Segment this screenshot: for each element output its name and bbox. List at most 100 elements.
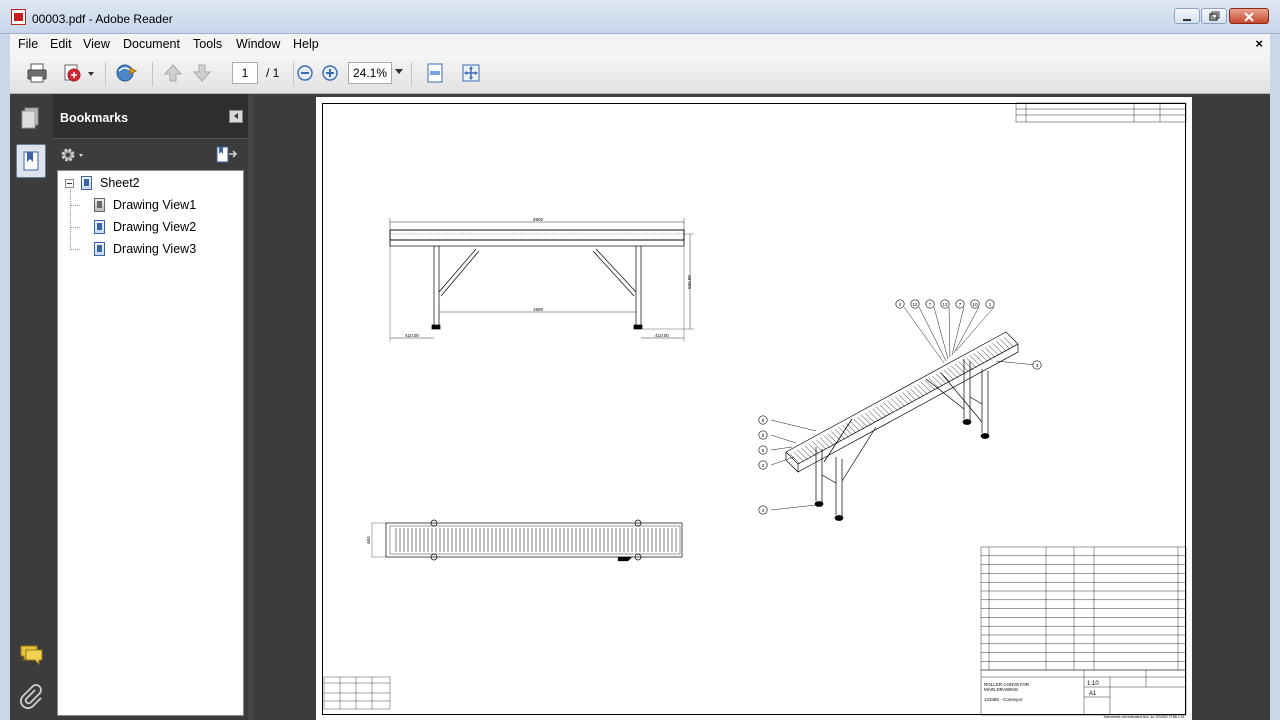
iso-roller-line bbox=[883, 402, 894, 413]
balloon: 6 bbox=[758, 445, 768, 455]
zoom-dropdown-icon[interactable] bbox=[395, 69, 403, 74]
toolbar-separator bbox=[411, 62, 412, 86]
iso-roller-line bbox=[913, 386, 924, 397]
bookmark-sheet2[interactable]: Sheet2 bbox=[65, 173, 140, 193]
maximize-button[interactable] bbox=[1201, 8, 1227, 24]
menu-document[interactable]: Document bbox=[123, 37, 180, 51]
iso-roller-line bbox=[861, 414, 872, 426]
toolbar: 1 / 1 24.1% bbox=[10, 54, 1270, 94]
page-total-label: / 1 bbox=[266, 66, 280, 80]
iso-roller-line bbox=[988, 345, 999, 356]
menu-help[interactable]: Help bbox=[293, 37, 319, 51]
iso-roller-line bbox=[984, 347, 996, 358]
dim-left-offset: 410.00 bbox=[405, 333, 419, 338]
menu-edit[interactable]: Edit bbox=[50, 37, 72, 51]
zoom-in-icon[interactable] bbox=[321, 64, 339, 82]
pages-panel-button[interactable] bbox=[16, 100, 46, 134]
iso-roller-line bbox=[831, 431, 842, 442]
iso-roller-line bbox=[857, 416, 868, 428]
document-viewport[interactable]: 2800 1900 410.00 410.00 550.00 604 4 12 … bbox=[254, 94, 1270, 720]
attachments-panel-button[interactable] bbox=[16, 680, 46, 714]
fit-page-icon[interactable] bbox=[460, 62, 482, 84]
comments-panel-button[interactable] bbox=[16, 636, 46, 670]
balloon: 3 bbox=[1032, 360, 1042, 370]
bookmark-drawing-view1[interactable]: Drawing View1 bbox=[94, 195, 196, 215]
bookmark-icon bbox=[81, 176, 92, 190]
menu-window[interactable]: Window bbox=[236, 37, 280, 51]
bill-of-materials bbox=[980, 546, 1187, 671]
iso-roller-line bbox=[906, 390, 917, 401]
bookmarks-panel-title: Bookmarks bbox=[60, 111, 129, 125]
window-frame-left bbox=[0, 34, 10, 720]
iso-roller-line bbox=[864, 412, 876, 424]
pdf-file-icon bbox=[11, 9, 26, 25]
revision-table bbox=[1015, 102, 1187, 123]
create-dropdown-icon[interactable] bbox=[86, 62, 96, 84]
pdf-page: 2800 1900 410.00 410.00 550.00 604 4 12 … bbox=[316, 97, 1192, 720]
collapse-panel-button[interactable] bbox=[229, 110, 243, 123]
balloon: 7 bbox=[925, 299, 935, 309]
dim-height: 550.00 bbox=[687, 275, 692, 289]
page-number-input[interactable]: 1 bbox=[232, 62, 258, 84]
window-frame-right bbox=[1270, 34, 1280, 720]
create-pdf-icon[interactable] bbox=[62, 62, 84, 84]
plan-view bbox=[371, 519, 683, 562]
balloon: 7 bbox=[955, 299, 965, 309]
iso-roller-line bbox=[977, 351, 988, 362]
tree-connector bbox=[70, 187, 71, 250]
bookmark-drawing-view2[interactable]: Drawing View2 bbox=[94, 217, 196, 237]
minimize-button[interactable] bbox=[1174, 8, 1200, 24]
title-name-line2: MAIN DRAWING bbox=[984, 687, 1019, 692]
iso-roller-line bbox=[793, 451, 804, 463]
close-document-button[interactable]: × bbox=[1255, 36, 1263, 51]
iso-roller-line bbox=[947, 367, 958, 379]
iso-roller-line bbox=[879, 404, 891, 415]
zoom-level-input[interactable]: 24.1% bbox=[348, 62, 392, 84]
close-window-button[interactable] bbox=[1229, 8, 1269, 24]
menu-view[interactable]: View bbox=[83, 37, 110, 51]
iso-roller-line bbox=[849, 421, 861, 432]
expand-bookmark-icon[interactable] bbox=[215, 145, 239, 165]
tree-connector bbox=[70, 205, 80, 206]
bookmarks-toolbar bbox=[53, 140, 248, 170]
balloon-number: 12 bbox=[942, 302, 948, 307]
dim-inner-span: 1900 bbox=[533, 307, 544, 312]
title-part-number: 123460 - Conveyor bbox=[984, 697, 1023, 702]
iso-roller-line bbox=[999, 339, 1011, 350]
balloon: 4 bbox=[758, 505, 768, 515]
title-block bbox=[980, 669, 1187, 716]
bookmark-label: Sheet2 bbox=[100, 176, 140, 190]
dim-plan-width: 604 bbox=[366, 536, 371, 544]
bookmark-label: Drawing View3 bbox=[113, 242, 197, 256]
balloon: 2 bbox=[758, 460, 768, 470]
stamp-table bbox=[323, 676, 391, 710]
fit-width-icon[interactable] bbox=[424, 62, 446, 84]
iso-roller-line bbox=[921, 382, 932, 393]
pages-icon bbox=[21, 107, 39, 129]
balloon: 10 bbox=[970, 299, 980, 309]
toolbar-separator bbox=[293, 62, 294, 86]
tree-connector bbox=[70, 227, 80, 228]
tolerance-note: Tolerances not indicated Acc. to: DS/ISO… bbox=[1103, 715, 1184, 719]
menu-file[interactable]: File bbox=[18, 37, 38, 51]
dim-right-offset: 410.00 bbox=[655, 333, 669, 338]
menu-tools[interactable]: Tools bbox=[193, 37, 222, 51]
share-icon[interactable] bbox=[114, 62, 140, 84]
iso-roller-line bbox=[804, 445, 816, 456]
next-page-icon[interactable] bbox=[191, 62, 213, 84]
bookmarks-panel-button[interactable] bbox=[16, 144, 46, 178]
technical-drawing: 2800 1900 410.00 410.00 550.00 604 4 12 … bbox=[323, 102, 1187, 719]
iso-roller-line bbox=[819, 437, 831, 448]
balloon: 5 bbox=[758, 430, 768, 440]
options-gear-icon[interactable] bbox=[59, 146, 87, 164]
iso-roller-line bbox=[894, 396, 906, 407]
print-icon[interactable] bbox=[26, 62, 48, 84]
balloon: 4 bbox=[895, 299, 905, 309]
collapse-toggle-icon[interactable] bbox=[65, 178, 74, 188]
tree-connector bbox=[70, 249, 80, 250]
balloon-number: 10 bbox=[972, 302, 978, 307]
previous-page-icon[interactable] bbox=[162, 62, 184, 84]
iso-roller-line bbox=[954, 363, 966, 374]
zoom-out-icon[interactable] bbox=[296, 64, 314, 82]
bookmark-drawing-view3[interactable]: Drawing View3 bbox=[94, 239, 196, 259]
